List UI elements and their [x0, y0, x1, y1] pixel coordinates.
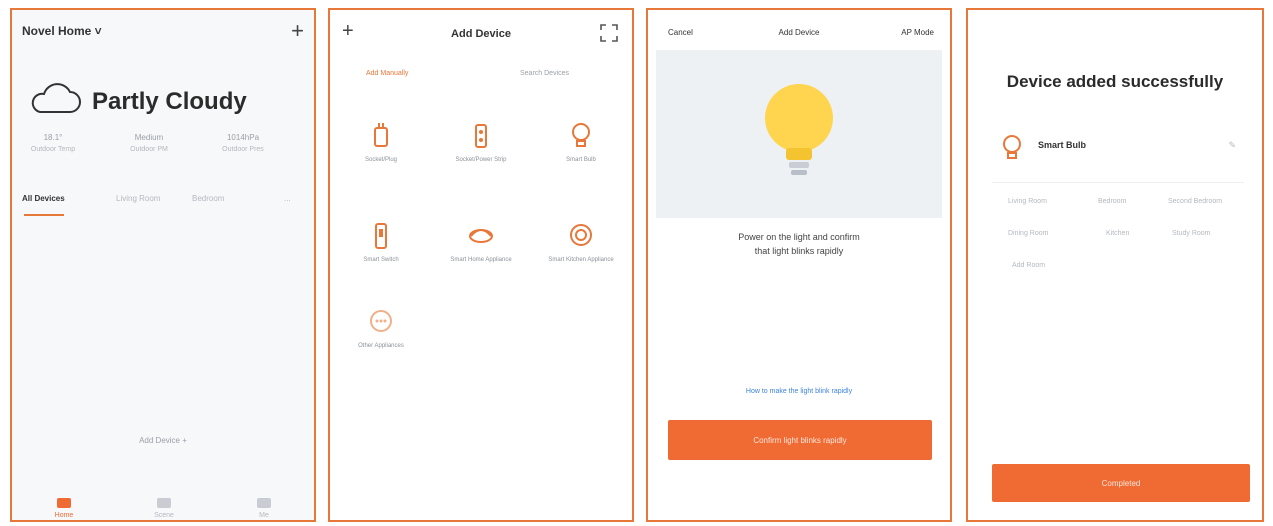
page-title: Add Device [451, 28, 511, 40]
tab-search-devices[interactable]: Search Devices [520, 70, 569, 77]
success-screen: Device added successfully Smart Bulb ✎ L… [966, 8, 1264, 522]
tab-underline [24, 214, 64, 216]
add-room[interactable]: Add Room [1012, 262, 1045, 269]
room-dining[interactable]: Dining Room [1008, 230, 1048, 237]
tab-living-room[interactable]: Living Room [116, 194, 160, 203]
home-selector[interactable]: Novel Home ˅ [22, 24, 102, 38]
tab-all-devices[interactable]: All Devices [22, 194, 65, 203]
cloud-icon [26, 82, 82, 123]
help-link[interactable]: How to make the light blink rapidly [648, 388, 950, 395]
room-second-bedroom[interactable]: Second Bedroom [1168, 198, 1222, 205]
switch-icon [367, 220, 395, 250]
add-device-screen: + Add Device Add Manually Search Devices… [328, 8, 634, 522]
completed-button[interactable]: Completed [992, 464, 1250, 502]
room-kitchen[interactable]: Kitchen [1106, 230, 1129, 237]
device-smart-switch[interactable]: Smart Switch [336, 220, 426, 265]
room-study[interactable]: Study Room [1172, 230, 1211, 237]
pairing-instructions: Power on the light and confirm that ligh… [738, 232, 860, 256]
device-other[interactable]: Other Appliances [336, 306, 426, 351]
stat-temp: 18.1° Outdoor Temp [30, 133, 76, 153]
nav-home[interactable]: Home [34, 498, 94, 519]
tab-add-manually[interactable]: Add Manually [366, 70, 408, 77]
add-device-hint[interactable]: Add Device + [12, 436, 314, 445]
bulb-illustration [656, 50, 942, 218]
bulb-icon [998, 132, 1026, 167]
nav-me[interactable]: Me [234, 498, 294, 519]
weather-label: Partly Cloudy [92, 88, 247, 115]
stat-pressure: 1014hPa Outdoor Pres [222, 133, 264, 153]
ap-mode-button[interactable]: AP Mode [901, 28, 934, 37]
nav-scene[interactable]: Scene [134, 498, 194, 519]
room-living[interactable]: Living Room [1008, 198, 1047, 205]
tab-bedroom[interactable]: Bedroom [192, 194, 224, 203]
scan-icon[interactable] [600, 24, 618, 47]
device-smart-bulb[interactable]: Smart Bulb [536, 120, 626, 165]
edit-icon[interactable]: ✎ [1228, 140, 1236, 151]
tab-more[interactable]: ... [284, 194, 291, 203]
device-name: Smart Bulb [1038, 140, 1087, 150]
home-screen: Novel Home ˅ + Partly Cloudy 18.1° Outdo… [10, 8, 316, 522]
power-strip-icon [467, 120, 495, 150]
appliance-icon [467, 220, 495, 250]
bulb-icon [567, 120, 595, 150]
confirm-blink-button[interactable]: Confirm light blinks rapidly [668, 420, 932, 460]
kitchen-icon [567, 220, 595, 250]
pairing-screen: Cancel Add Device AP Mode Power on the l… [646, 8, 952, 522]
room-bedroom[interactable]: Bedroom [1098, 198, 1126, 205]
stat-pm: Medium Outdoor PM [130, 133, 168, 153]
device-socket-plug[interactable]: Socket/Plug [336, 120, 426, 165]
device-kitchen-appliance[interactable]: Smart Kitchen Appliance [536, 220, 626, 265]
profile-icon [257, 498, 271, 508]
plug-icon [367, 120, 395, 150]
other-device-icon [367, 306, 395, 336]
success-title: Device added successfully [1006, 72, 1224, 91]
scene-icon [157, 498, 171, 508]
plus-icon[interactable]: + [291, 18, 304, 44]
home-icon [57, 498, 71, 508]
device-home-appliance[interactable]: Smart Home Appliance [436, 220, 526, 265]
device-power-strip[interactable]: Socket/Power Strip [436, 120, 526, 165]
divider [992, 182, 1244, 183]
